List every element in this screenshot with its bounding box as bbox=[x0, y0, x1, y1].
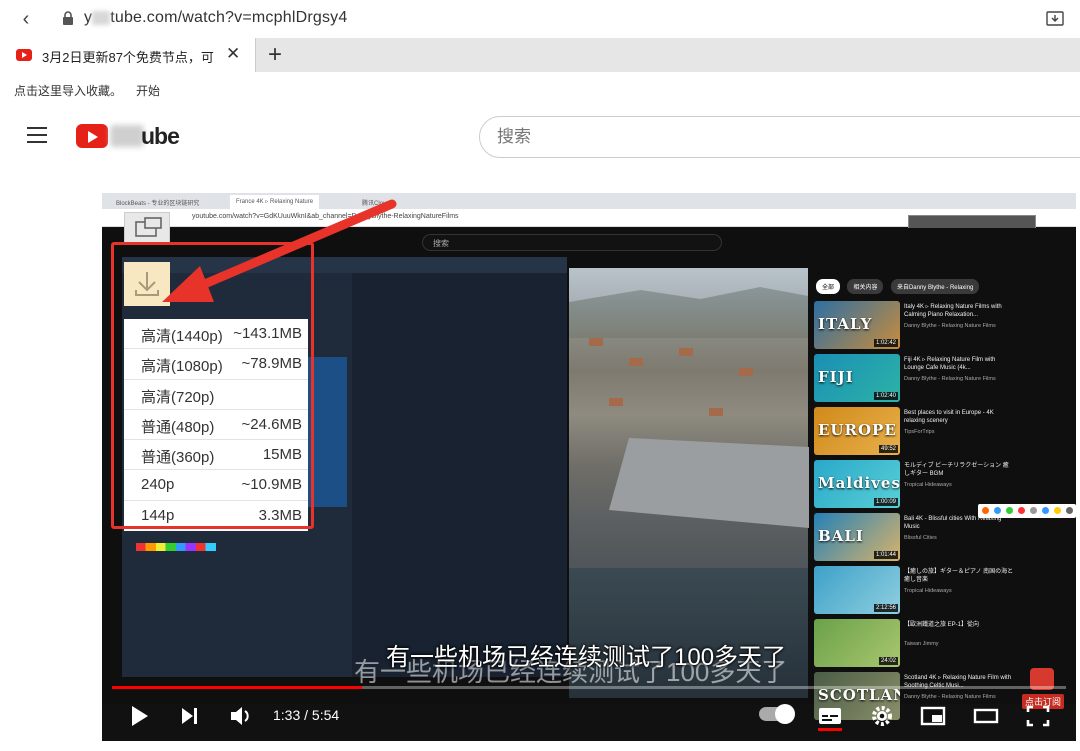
thumbnail-duration: 2:12:56 bbox=[873, 604, 898, 612]
thumbnail-duration: 1:00:09 bbox=[873, 498, 898, 506]
recommendation-title: 【歐洲鐵道之旅 EP-1】從向 bbox=[904, 622, 980, 628]
logo-redaction bbox=[110, 125, 144, 147]
picture-in-picture-icon[interactable] bbox=[124, 212, 170, 244]
time-display: 1:33 / 5:54 bbox=[273, 707, 339, 723]
autoplay-toggle[interactable] bbox=[759, 704, 795, 724]
player-controls: 1:33 / 5:54 bbox=[102, 698, 1076, 734]
recorded-tab: 腾讯Cloud bbox=[362, 201, 390, 207]
recommendation-channel: TipsForTrips bbox=[904, 429, 935, 435]
subtitle-caption: 有一些机场已经连续测试了100多天了 bbox=[386, 644, 787, 671]
subtitles-active-indicator bbox=[818, 728, 842, 731]
url-text[interactable]: y tube.com/watch?v=mcphlDrgsy4 bbox=[84, 9, 347, 27]
recommendation-thumbnail: 2:12:56 bbox=[814, 566, 900, 614]
miniplayer-icon[interactable] bbox=[919, 702, 947, 730]
youtube-favicon-icon bbox=[16, 49, 32, 61]
play-icon[interactable] bbox=[128, 702, 152, 730]
bookmark-import-hint[interactable]: 点击这里导入收藏。 bbox=[14, 82, 122, 99]
recommendation-item: ITALY 1:02:42 Italy 4K ▹ Relaxing Nature F… bbox=[814, 298, 1014, 351]
recorded-tab: BlockBeats - 专业的区块链研究 bbox=[116, 201, 200, 207]
recommendation-channel: Danny Blythe - Relaxing Nature Films bbox=[904, 376, 996, 382]
url-suffix: tube.com/watch?v=mcphlDrgsy4 bbox=[110, 9, 348, 26]
recommendation-title: Italy 4K ▹ Relaxing Nature Films with Ca… bbox=[904, 304, 1002, 318]
recommendation-channel: Tropical Hideaways bbox=[904, 588, 952, 594]
thumbnail-label: ITALY bbox=[818, 315, 873, 333]
recommendation-item: 2:12:56 【癒しの旅】ギター＆ピアノ 南国の海と癒し音楽 Tropical H… bbox=[814, 563, 1014, 616]
recorded-url: youtube.com/watch?v=GdKUuuWknI&ab_channe… bbox=[192, 213, 459, 220]
next-icon[interactable] bbox=[178, 702, 202, 730]
url-prefix: y bbox=[84, 9, 93, 26]
search-box[interactable] bbox=[479, 116, 1080, 158]
youtube-logo-text: ube bbox=[141, 123, 180, 149]
thumbnail-label: EUROPE bbox=[818, 421, 897, 439]
url-redaction bbox=[92, 10, 111, 25]
recommendation-item: EUROPE 49:52 Best places to visit in Europ… bbox=[814, 404, 1014, 457]
recommendation-channel: Blissful Cities bbox=[904, 535, 937, 541]
recommendation-thumbnail: EUROPE 49:52 bbox=[814, 407, 900, 455]
thumbnail-duration: 1:01:44 bbox=[873, 551, 898, 559]
tab-title: 3月2日更新87个免费节点，可 bbox=[42, 50, 214, 65]
thumbnail-label: Maldives bbox=[818, 474, 900, 492]
thumbnail-duration: 24:02 bbox=[878, 657, 898, 665]
recommendation-thumbnail: ITALY 1:02:42 bbox=[814, 301, 900, 349]
recommendation-item: FIJI 1:02:40 Fiji 4K ▹ Relaxing Nature Fil… bbox=[814, 351, 1014, 404]
progress-fill bbox=[112, 686, 362, 689]
emoji-row bbox=[136, 543, 216, 551]
theater-mode-icon[interactable] bbox=[972, 702, 1000, 730]
fullscreen-icon[interactable] bbox=[1024, 702, 1052, 730]
current-time: 1:33 bbox=[273, 707, 301, 723]
thumbnail-duration: 1:02:42 bbox=[873, 339, 898, 347]
chip: 来自Danny Blythe - Relaxing bbox=[890, 279, 980, 294]
aerial-city-view bbox=[569, 268, 809, 698]
thumbnail-duration: 1:02:40 bbox=[873, 392, 898, 400]
progress-bar[interactable] bbox=[112, 686, 1066, 689]
new-tab-button[interactable]: + bbox=[262, 41, 288, 69]
settings-gear-icon[interactable] bbox=[869, 702, 895, 730]
duration: 5:54 bbox=[311, 707, 340, 723]
recorded-search: 搜索 bbox=[422, 234, 722, 251]
back-arrow-icon[interactable]: ‹ bbox=[14, 8, 38, 30]
recorded-tab: France 4K ▹ Relaxing Nature bbox=[230, 195, 320, 209]
recommendation-title: Fiji 4K ▹ Relaxing Nature Film with Loun… bbox=[904, 357, 996, 371]
hamburger-menu-icon[interactable] bbox=[27, 127, 49, 145]
install-app-icon[interactable] bbox=[1046, 10, 1064, 28]
thumbnail-duration: 49:52 bbox=[878, 445, 898, 453]
subtitles-icon[interactable] bbox=[816, 702, 844, 730]
recorded-search-text: 搜索 bbox=[433, 239, 449, 248]
recommendation-channel: Taiwan Jimmy bbox=[904, 641, 939, 647]
recommendation-title: 【癒しの旅】ギター＆ピアノ 南国の海と癒し音楽 bbox=[904, 569, 1014, 583]
time-separator: / bbox=[300, 707, 312, 723]
lock-icon bbox=[63, 11, 73, 25]
recommendation-thumbnail: 24:02 bbox=[814, 619, 900, 667]
tab-strip: 3月2日更新87个免费节点，可 ✕ + bbox=[0, 38, 1080, 72]
recommendation-thumbnail: FIJI 1:02:40 bbox=[814, 354, 900, 402]
recommendation-channel: Danny Blythe - Relaxing Nature Films bbox=[904, 323, 996, 329]
recorded-browser-tabs: BlockBeats - 专业的区块链研究 France 4K ▹ Relaxi… bbox=[102, 193, 1076, 209]
recorded-filter-chips: 全部 相关内容 来自Danny Blythe - Relaxing bbox=[816, 276, 982, 294]
search-input[interactable] bbox=[497, 127, 1037, 147]
recommendation-thumbnail: BALI 1:01:44 bbox=[814, 513, 900, 561]
floating-toolbar bbox=[978, 504, 1076, 518]
chip: 全部 bbox=[816, 279, 841, 294]
thumbnail-label: FIJI bbox=[818, 368, 854, 386]
address-bar-row: ‹ y tube.com/watch?v=mcphlDrgsy4 bbox=[0, 0, 1080, 38]
recommendation-title: Best places to visit in Europe - 4K rela… bbox=[904, 410, 994, 424]
recommendation-item: Maldives 1:00:09 モルディブ ビーチリラクゼーション 癒しギター B… bbox=[814, 457, 1014, 510]
bookmark-bar: 点击这里导入收藏。 开始 bbox=[0, 72, 1080, 108]
tab-close-icon[interactable]: ✕ bbox=[226, 44, 240, 64]
tab-youtube[interactable]: 3月2日更新87个免费节点，可 ✕ bbox=[0, 38, 256, 72]
recommendation-item: 24:02 【歐洲鐵道之旅 EP-1】從向 Taiwan Jimmy bbox=[814, 616, 1014, 669]
highlight-frame bbox=[111, 242, 314, 529]
bookmark-start-link[interactable]: 开始 bbox=[136, 82, 160, 99]
chip: 相关内容 bbox=[847, 279, 884, 294]
volume-icon[interactable] bbox=[228, 702, 254, 730]
recommendation-title: モルディブ ビーチリラクゼーション 癒しギター BGM bbox=[904, 463, 1009, 477]
recommendation-thumbnail: Maldives 1:00:09 bbox=[814, 460, 900, 508]
youtube-logo-icon[interactable] bbox=[76, 124, 108, 148]
thumbnail-label: BALI bbox=[818, 527, 864, 545]
recommendation-channel: Tropical Hideaways bbox=[904, 482, 952, 488]
